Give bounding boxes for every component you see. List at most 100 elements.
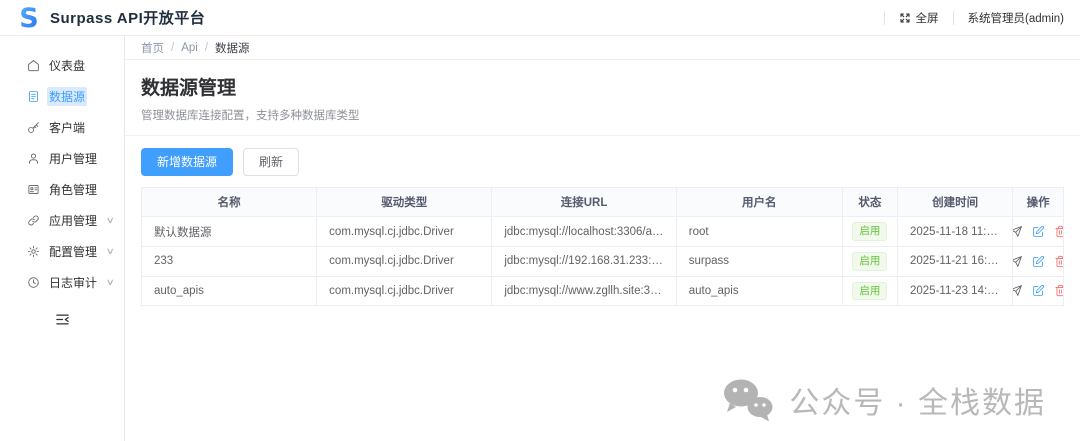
table-body: 默认数据源com.mysql.cj.jdbc.Driverjdbc:mysql:… bbox=[142, 217, 1064, 306]
test-connection-button[interactable] bbox=[1013, 255, 1023, 268]
status-badge: 启用 bbox=[852, 282, 887, 301]
fullscreen-label: 全屏 bbox=[916, 10, 939, 26]
cell-driver: com.mysql.cj.jdbc.Driver bbox=[317, 246, 492, 276]
cell-status: 启用 bbox=[842, 217, 897, 247]
test-connection-button[interactable] bbox=[1013, 284, 1023, 297]
breadcrumb: 首页/Api/数据源 bbox=[125, 36, 1080, 60]
cell-actions bbox=[1013, 217, 1064, 247]
cell-status: 启用 bbox=[842, 276, 897, 306]
sidebar-item-label: 数据源 bbox=[47, 87, 87, 106]
status-badge: 启用 bbox=[852, 222, 887, 241]
sidebar-item-4[interactable]: 用户管理 bbox=[0, 143, 124, 174]
breadcrumb-separator: / bbox=[205, 42, 208, 54]
table-header-row: 名称驱动类型连接URL用户名状态创建时间操作 bbox=[142, 188, 1064, 217]
sidebar-item-2[interactable]: 数据源 bbox=[0, 81, 124, 112]
link-icon bbox=[27, 214, 40, 227]
send-icon bbox=[1013, 284, 1023, 297]
breadcrumb-item-2[interactable]: Api bbox=[181, 42, 198, 54]
send-icon bbox=[1013, 255, 1023, 268]
sidebar-item-label: 用户管理 bbox=[49, 150, 97, 167]
watermark-text: 公众号 · 全栈数据 bbox=[789, 378, 1046, 422]
cell-url: jdbc:mysql://192.168.31.233:3306/surpass bbox=[492, 246, 676, 276]
sidebar-item-label: 客户端 bbox=[49, 119, 85, 136]
edit-button[interactable] bbox=[1032, 284, 1045, 297]
cell-name: 默认数据源 bbox=[142, 217, 317, 247]
cell-username: root bbox=[676, 217, 842, 247]
chevron-down-icon: ∨ bbox=[106, 277, 115, 288]
delete-button[interactable] bbox=[1054, 255, 1064, 268]
edit-icon bbox=[1032, 225, 1045, 238]
page-subtitle: 管理数据库连接配置，支持多种数据库类型 bbox=[141, 107, 1064, 123]
dashboard-icon bbox=[27, 59, 40, 72]
sidebar-item-label: 配置管理 bbox=[49, 243, 97, 260]
sidebar-item-label: 应用管理 bbox=[49, 212, 97, 229]
sidebar-menu: 仪表盘数据源客户端用户管理角色管理应用管理∨ 配置管理 ∨ 日志审计 ∨ bbox=[0, 50, 124, 298]
cell-driver: com.mysql.cj.jdbc.Driver bbox=[317, 276, 492, 306]
cell-actions bbox=[1013, 276, 1064, 306]
toolbar: 新增数据源 刷新 bbox=[125, 136, 1080, 187]
wechat-icon bbox=[721, 377, 775, 423]
column-header: 名称 bbox=[142, 188, 317, 217]
sidebar: 仪表盘数据源客户端用户管理角色管理应用管理∨ 配置管理 ∨ 日志审计 ∨ bbox=[0, 36, 125, 441]
app-title: Surpass API开放平台 bbox=[50, 7, 205, 28]
watermark: 公众号 · 全栈数据 bbox=[721, 377, 1046, 423]
surpass-logo-icon: S bbox=[16, 5, 42, 31]
cell-created: 2025-11-18 11:00:12 bbox=[898, 217, 1013, 247]
sidebar-item-label: 仪表盘 bbox=[49, 57, 85, 74]
delete-icon bbox=[1054, 255, 1064, 268]
user-icon bbox=[27, 152, 40, 165]
edit-icon bbox=[1032, 255, 1045, 268]
breadcrumb-item-3: 数据源 bbox=[215, 40, 250, 56]
sidebar-item-label: 日志审计 bbox=[49, 274, 97, 291]
table-row: auto_apiscom.mysql.cj.jdbc.Driverjdbc:my… bbox=[142, 276, 1064, 306]
cell-status: 启用 bbox=[842, 246, 897, 276]
breadcrumb-item-1[interactable]: 首页 bbox=[141, 40, 164, 56]
delete-button[interactable] bbox=[1054, 225, 1064, 238]
sidebar-item-label: 角色管理 bbox=[49, 181, 97, 198]
fullscreen-button[interactable]: 全屏 bbox=[899, 10, 939, 26]
sidebar-item-8[interactable]: 日志审计 ∨ bbox=[0, 267, 124, 298]
sidebar-item-1[interactable]: 仪表盘 bbox=[0, 50, 124, 81]
datasource-table: 名称驱动类型连接URL用户名状态创建时间操作 默认数据源com.mysql.cj… bbox=[141, 187, 1064, 306]
refresh-button[interactable]: 刷新 bbox=[243, 148, 299, 176]
app-window: S Surpass API开放平台 全屏 系统管理员(admin) 仪表盘数据源… bbox=[0, 0, 1080, 441]
column-header: 驱动类型 bbox=[317, 188, 492, 217]
sidebar-collapse-button[interactable] bbox=[0, 306, 124, 333]
sidebar-item-3[interactable]: 客户端 bbox=[0, 112, 124, 143]
delete-button[interactable] bbox=[1054, 284, 1064, 297]
role-icon bbox=[27, 183, 40, 196]
add-datasource-button[interactable]: 新增数据源 bbox=[141, 148, 233, 176]
cell-url: jdbc:mysql://localhost:3306/auto_apis bbox=[492, 217, 676, 247]
send-icon bbox=[1013, 225, 1023, 238]
column-header: 创建时间 bbox=[898, 188, 1013, 217]
table-row: 默认数据源com.mysql.cj.jdbc.Driverjdbc:mysql:… bbox=[142, 217, 1064, 247]
cell-actions bbox=[1013, 246, 1064, 276]
table-row: 233com.mysql.cj.jdbc.Driverjdbc:mysql://… bbox=[142, 246, 1064, 276]
cell-driver: com.mysql.cj.jdbc.Driver bbox=[317, 217, 492, 247]
test-connection-button[interactable] bbox=[1013, 225, 1023, 238]
column-header: 操作 bbox=[1013, 188, 1064, 217]
cell-url: jdbc:mysql://www.zgllh.site:3306/auto_ap… bbox=[492, 276, 676, 306]
column-header: 用户名 bbox=[676, 188, 842, 217]
sidebar-item-5[interactable]: 角色管理 bbox=[0, 174, 124, 205]
top-header: S Surpass API开放平台 全屏 系统管理员(admin) bbox=[0, 0, 1080, 36]
fullscreen-icon bbox=[899, 12, 911, 24]
datasource-icon bbox=[27, 90, 40, 103]
svg-text:S: S bbox=[19, 5, 38, 31]
edit-button[interactable] bbox=[1032, 225, 1045, 238]
column-header: 连接URL bbox=[492, 188, 676, 217]
edit-button[interactable] bbox=[1032, 255, 1045, 268]
divider bbox=[953, 11, 954, 25]
header-right: 全屏 系统管理员(admin) bbox=[870, 10, 1064, 26]
main-content: 首页/Api/数据源 数据源管理 管理数据库连接配置，支持多种数据库类型 新增数… bbox=[125, 36, 1080, 441]
sidebar-item-7[interactable]: 配置管理 ∨ bbox=[0, 236, 124, 267]
page-header: 数据源管理 管理数据库连接配置，支持多种数据库类型 bbox=[125, 60, 1080, 136]
column-header: 状态 bbox=[842, 188, 897, 217]
sidebar-item-6[interactable]: 应用管理∨ bbox=[0, 205, 124, 236]
key-icon bbox=[27, 121, 40, 134]
gear-icon bbox=[27, 245, 40, 258]
user-menu[interactable]: 系统管理员(admin) bbox=[968, 10, 1064, 26]
page-title: 数据源管理 bbox=[141, 73, 1064, 100]
chevron-down-icon: ∨ bbox=[106, 246, 115, 257]
cell-name: 233 bbox=[142, 246, 317, 276]
